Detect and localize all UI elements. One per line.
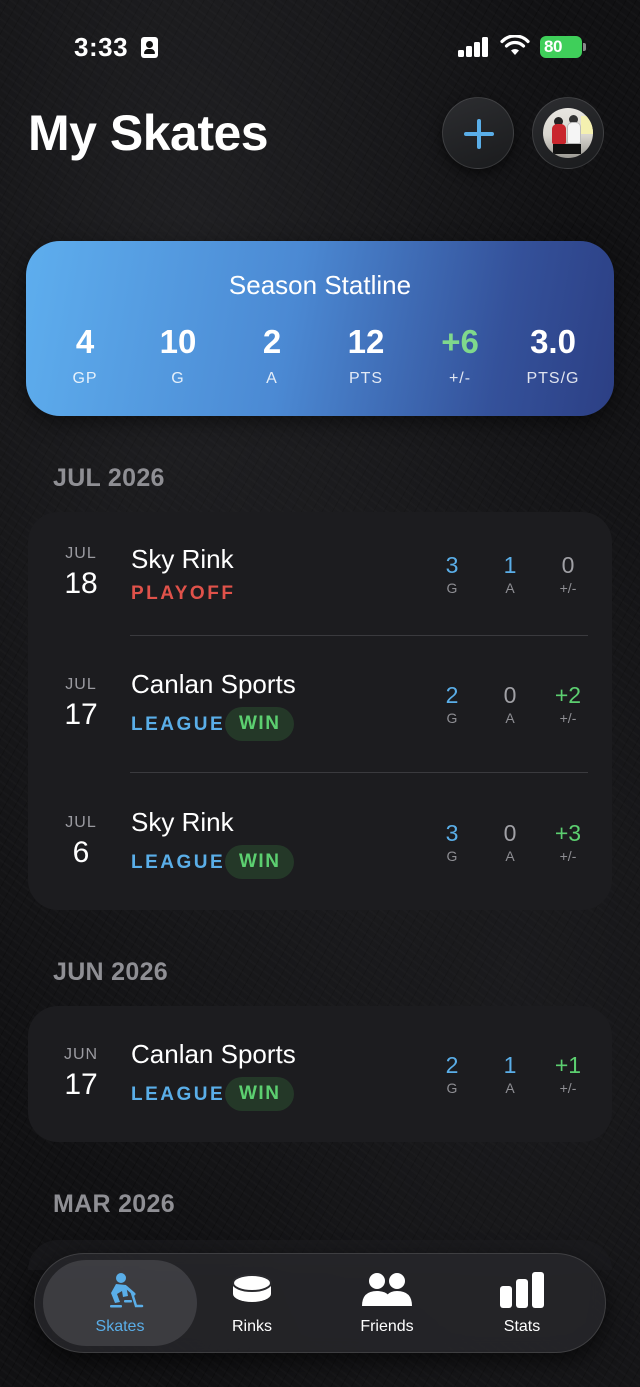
rink-name: Canlan Sports bbox=[131, 669, 296, 699]
date-day: 17 bbox=[64, 1068, 98, 1101]
rink-name: Sky Rink bbox=[131, 544, 234, 574]
game-type-badge: LEAGUE bbox=[131, 852, 226, 873]
result-badge: WIN bbox=[225, 1077, 295, 1111]
assists-stat: 0A bbox=[503, 682, 517, 726]
tab-skates[interactable]: Skates bbox=[43, 1254, 197, 1354]
stat-assists: 2A bbox=[262, 323, 282, 388]
assists-stat: 0A bbox=[503, 820, 517, 864]
plus-minus-stat: +3 +/- bbox=[554, 820, 582, 864]
plus-minus-stat: +1 +/- bbox=[554, 1052, 582, 1096]
stat-points: 12 PTS bbox=[347, 323, 385, 388]
goals-stat: 3G bbox=[445, 820, 459, 864]
skate-group-jul-2026: JUL 18 Sky Rink PLAYOFF 3G 1A 0 +/- JUL 1… bbox=[28, 512, 612, 910]
status-time: 3:33 bbox=[74, 32, 129, 62]
tab-label: Friends bbox=[360, 1318, 414, 1335]
season-statline-title: Season Statline bbox=[228, 270, 412, 300]
section-header-mar-2026: MAR 2026 bbox=[53, 1190, 175, 1218]
stat-goals: 10 G bbox=[159, 323, 197, 388]
result-badge: WIN bbox=[225, 845, 295, 879]
avatar bbox=[543, 108, 593, 158]
cellular-signal-icon bbox=[458, 37, 488, 57]
tab-stats[interactable]: Stats bbox=[479, 1254, 565, 1354]
season-statline-card[interactable]: Season Statline 4 GP 10 G 2A 12 PTS +6 +/- 3… bbox=[26, 241, 614, 416]
skate-row[interactable]: JUL 6 Sky Rink LEAGUE WIN 3G 0A +3 +/- bbox=[28, 773, 612, 897]
date-month: JUL bbox=[65, 545, 97, 562]
date-month: JUL bbox=[65, 676, 97, 693]
skate-group-jun-2026: JUN 17 Canlan Sports LEAGUE WIN 2G 1A +1… bbox=[28, 1006, 612, 1142]
game-type-badge: PLAYOFF bbox=[131, 583, 236, 604]
goals-stat: 3G bbox=[445, 552, 459, 596]
profile-button[interactable] bbox=[532, 97, 604, 169]
focus-contact-icon bbox=[141, 37, 158, 58]
puck-icon bbox=[232, 1274, 272, 1302]
assists-stat: 1A bbox=[503, 1052, 517, 1096]
tab-rinks[interactable]: Rinks bbox=[205, 1254, 299, 1354]
page-title: My Skates bbox=[28, 105, 269, 161]
date-month: JUN bbox=[63, 1046, 99, 1063]
status-bar: 3:33 80 bbox=[0, 0, 640, 90]
stat-plus-minus: +6 +/- bbox=[441, 323, 479, 388]
battery-icon: 80 bbox=[540, 36, 586, 58]
skate-row[interactable]: JUN 17 Canlan Sports LEAGUE WIN 2G 1A +1… bbox=[28, 1006, 612, 1142]
tab-label: Skates bbox=[95, 1318, 145, 1335]
game-type-badge: LEAGUE bbox=[131, 714, 226, 735]
goals-stat: 2G bbox=[445, 1052, 459, 1096]
friends-icon bbox=[362, 1273, 412, 1306]
plus-minus-stat: +2 +/- bbox=[554, 682, 582, 726]
skate-row[interactable]: JUL 17 Canlan Sports LEAGUE WIN 2G 0A +2… bbox=[28, 636, 612, 760]
date-day: 6 bbox=[72, 836, 90, 869]
rink-name: Sky Rink bbox=[131, 807, 234, 837]
add-skate-button[interactable] bbox=[442, 97, 514, 169]
tab-friends[interactable]: Friends bbox=[341, 1254, 433, 1354]
hockey-player-icon bbox=[110, 1273, 144, 1308]
assists-stat: 1A bbox=[503, 552, 517, 596]
game-type-badge: LEAGUE bbox=[131, 1084, 226, 1105]
plus-minus-stat: 0 +/- bbox=[559, 552, 577, 596]
section-header-jul-2026: JUL 2026 bbox=[53, 464, 165, 492]
battery-level: 80 bbox=[544, 37, 562, 56]
date-day: 18 bbox=[64, 567, 98, 600]
date-month: JUL bbox=[65, 814, 97, 831]
stat-gp: 4 GP bbox=[72, 323, 98, 388]
rink-name: Canlan Sports bbox=[131, 1039, 296, 1069]
tab-bar: Skates Rinks Friends Stats bbox=[34, 1253, 606, 1353]
bar-chart-icon bbox=[500, 1272, 544, 1308]
section-header-jun-2026: JUN 2026 bbox=[53, 958, 168, 986]
skate-row[interactable]: JUL 18 Sky Rink PLAYOFF 3G 1A 0 +/- bbox=[28, 512, 612, 636]
stat-points-per-game: 3.0 PTS/G bbox=[526, 323, 580, 388]
wifi-icon bbox=[500, 35, 530, 55]
date-day: 17 bbox=[64, 698, 98, 731]
result-badge: WIN bbox=[225, 707, 295, 741]
goals-stat: 2G bbox=[445, 682, 459, 726]
tab-label: Stats bbox=[503, 1318, 541, 1335]
tab-label: Rinks bbox=[231, 1318, 272, 1335]
